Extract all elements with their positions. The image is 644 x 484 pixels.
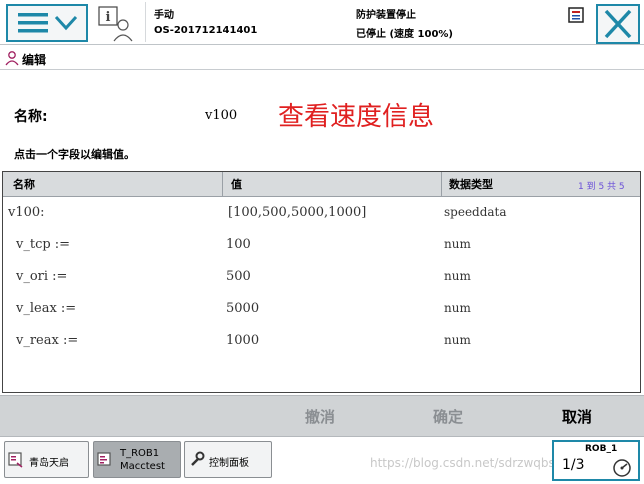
ok-button[interactable]: 确定 — [433, 406, 463, 427]
close-icon — [604, 9, 632, 39]
undo-button[interactable]: 撤消 — [305, 406, 335, 427]
speed-gauge-icon — [613, 459, 631, 477]
row-name: v_tcp := — [16, 237, 71, 252]
task-label: 控制面板 — [209, 458, 249, 469]
row-name: v_reax := — [16, 333, 79, 348]
status-bar: 手动 OS-201712141401 防护装置停止 已停止 (速度 100%) — [145, 2, 591, 42]
row-value[interactable]: [100,500,5000,1000] — [228, 205, 366, 220]
row-type: num — [444, 237, 471, 251]
overlay-title: 查看速度信息 — [278, 102, 435, 132]
abb-menu-button[interactable] — [6, 4, 88, 42]
column-header-value[interactable]: 值 — [231, 176, 242, 192]
task-label: 青岛天启 — [29, 458, 69, 469]
table-row[interactable]: v_tcp := 100 num — [3, 231, 640, 263]
close-button[interactable] — [596, 4, 640, 44]
column-divider — [441, 172, 442, 197]
edit-header: 编辑 — [0, 46, 644, 70]
name-label: 名称: — [14, 109, 48, 125]
pager-count: 1 到 5 共 5 — [578, 182, 625, 192]
guard-status: 防护装置停止 — [356, 10, 416, 21]
cancel-button[interactable]: 取消 — [562, 406, 592, 427]
row-type: num — [444, 301, 471, 315]
robot-unit-label: ROB_1 — [585, 444, 618, 454]
column-header-name[interactable]: 名称 — [13, 176, 35, 192]
task-label-line2: Macctest — [120, 461, 165, 472]
column-header-type[interactable]: 数据类型 — [449, 176, 493, 192]
watermark-text: https://blog.csdn.net/sdrzwqbsdr — [370, 456, 568, 470]
edit-title: 编辑 — [22, 53, 47, 67]
hamburger-chevron-icon — [18, 13, 78, 33]
row-value[interactable]: 500 — [226, 269, 251, 284]
row-name: v100: — [8, 205, 45, 220]
component-table: 名称 值 数据类型 1 到 5 共 5 v100: [100,500,5000,… — [2, 171, 641, 393]
column-divider — [222, 172, 223, 197]
row-name: v_leax := — [16, 301, 77, 316]
action-bar: 撤消 确定 取消 — [0, 395, 644, 437]
controller-name: OS-201712141401 — [154, 25, 258, 36]
user-edit-icon — [5, 51, 19, 66]
table-row[interactable]: v_leax := 5000 num — [3, 295, 640, 327]
row-type: speeddata — [444, 205, 507, 219]
event-log-icon[interactable] — [568, 7, 584, 23]
instruction-text: 点击一个字段以编辑值。 — [14, 148, 135, 161]
row-type: num — [444, 333, 471, 347]
wrench-icon — [191, 451, 205, 466]
row-type: num — [444, 269, 471, 283]
program-editor-icon — [97, 452, 111, 466]
row-value[interactable]: 5000 — [226, 301, 259, 316]
info-person-icon: i — [98, 6, 133, 42]
speed-fraction: 1/3 — [562, 457, 585, 473]
mode-label: 手动 — [154, 10, 174, 21]
table-row[interactable]: v100: [100,500,5000,1000] speeddata — [3, 199, 640, 231]
row-value[interactable]: 100 — [226, 237, 251, 252]
run-status: 已停止 (速度 100%) — [356, 29, 453, 40]
table-row[interactable]: v_ori := 500 num — [3, 263, 640, 295]
task-qingdao[interactable]: 青岛天启 — [4, 441, 89, 478]
task-program-editor[interactable]: T_ROB1 Macctest — [93, 441, 181, 478]
operator-info-icon[interactable]: i — [96, 5, 140, 43]
variable-name: v100 — [205, 108, 238, 123]
row-value[interactable]: 1000 — [226, 333, 259, 348]
quickset-robot-button[interactable]: ROB_1 1/3 — [552, 440, 640, 481]
svg-text:i: i — [106, 10, 111, 25]
row-name: v_ori := — [16, 269, 68, 284]
task-label-line1: T_ROB1 — [120, 448, 160, 459]
table-header: 名称 值 数据类型 1 到 5 共 5 — [3, 172, 640, 197]
app-window-icon — [8, 452, 23, 468]
table-row[interactable]: v_reax := 1000 num — [3, 327, 640, 359]
task-control-panel[interactable]: 控制面板 — [184, 441, 272, 478]
